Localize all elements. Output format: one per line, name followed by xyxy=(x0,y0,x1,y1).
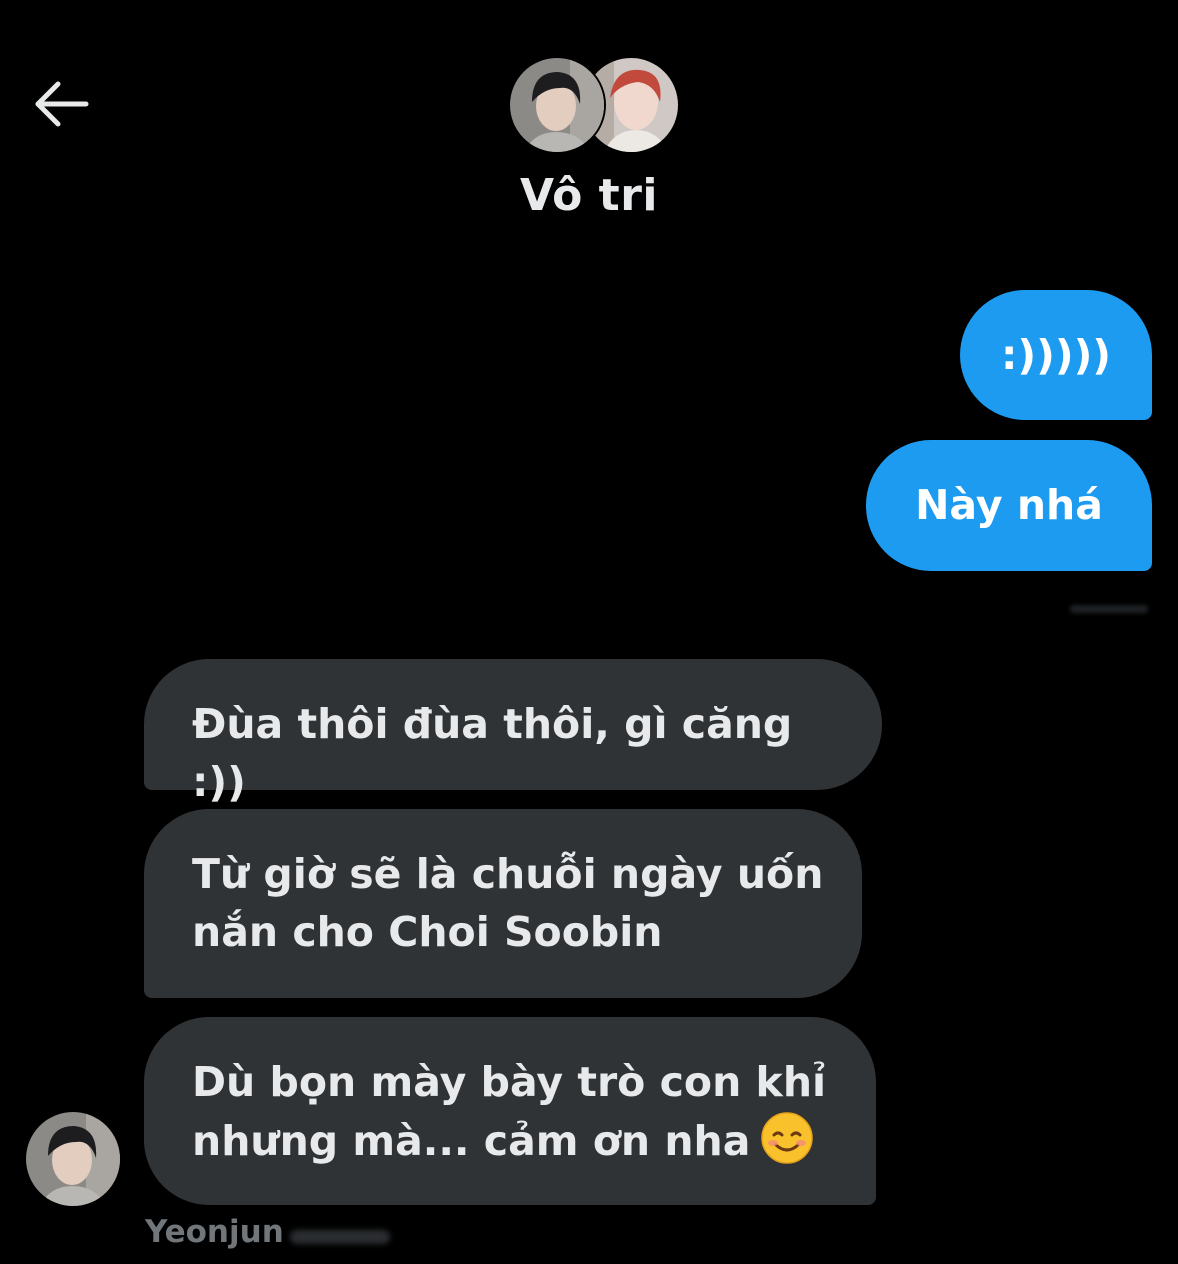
message-bubble-received[interactable]: Đùa thôi đùa thôi, gì căng :)) xyxy=(144,659,882,806)
conversation-title: Vô tri xyxy=(519,170,658,221)
smiling-face-icon xyxy=(760,1111,814,1180)
avatar xyxy=(508,56,606,154)
blurred-timestamp xyxy=(290,1230,390,1244)
message-text: Này nhá xyxy=(915,481,1103,529)
message-bubble-received[interactable]: Dù bọn mày bày trò con khỉ nhưng mà... c… xyxy=(144,1017,876,1205)
message-text-line: nắn cho Choi Soobin xyxy=(192,908,663,956)
sender-avatar[interactable] xyxy=(26,1112,120,1206)
message-text-line-with-emoji: nhưng mà... cảm ơn nha xyxy=(192,1111,840,1180)
message-bubble-sent[interactable]: :))))) xyxy=(960,290,1152,420)
sender-name: Yeonjun xyxy=(145,1214,284,1250)
back-button[interactable] xyxy=(30,76,94,132)
blurred-timestamp xyxy=(1070,605,1148,613)
group-avatars[interactable] xyxy=(508,56,680,154)
avatar-dark-hair-image xyxy=(510,58,604,152)
message-text-line: nhưng mà... cảm ơn nha xyxy=(192,1117,751,1165)
avatar-dark-hair-image xyxy=(26,1112,120,1206)
message-text: :))))) xyxy=(1000,331,1112,379)
message-bubble-sent[interactable]: Này nhá xyxy=(866,440,1152,571)
message-text-line: Từ giờ sẽ là chuỗi ngày uốn xyxy=(192,850,824,898)
message-text: Đùa thôi đùa thôi, gì căng :)) xyxy=(192,700,793,806)
arrow-left-icon xyxy=(35,81,89,127)
message-text-line: Dù bọn mày bày trò con khỉ xyxy=(192,1058,827,1106)
message-bubble-received[interactable]: Từ giờ sẽ là chuỗi ngày uốn nắn cho Choi… xyxy=(144,809,862,998)
